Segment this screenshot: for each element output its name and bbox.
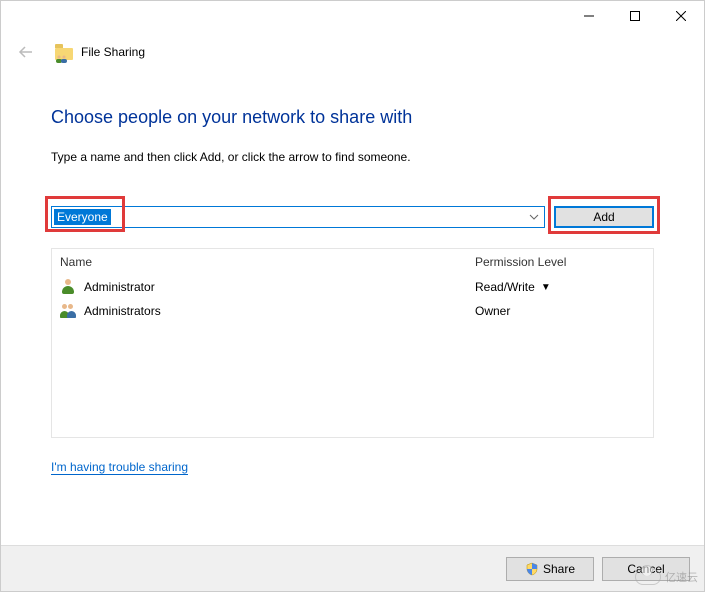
watermark: 亿速云 [635,569,698,585]
share-button[interactable]: Share [506,557,594,581]
table-body: Administrator Read/Write ▼ Administrator… [52,275,653,323]
table-header: Name Permission Level [52,249,653,275]
add-button-label: Add [593,210,614,224]
permission-value: Owner [475,304,510,318]
table-row[interactable]: Administrator Read/Write ▼ [52,275,653,299]
permissions-table: Name Permission Level Administrator Read… [51,248,654,438]
share-button-label: Share [543,562,575,576]
minimize-button[interactable] [566,1,612,31]
caret-down-icon: ▼ [541,282,551,293]
row-name: Administrators [84,304,475,318]
row-name: Administrator [84,280,475,294]
column-header-permission[interactable]: Permission Level [475,255,645,269]
trouble-sharing-link[interactable]: I'm having trouble sharing [51,460,188,475]
permission-value-static: Owner [475,304,645,318]
permission-value: Read/Write [475,280,535,294]
window-title: File Sharing [81,45,145,59]
wizard-header: File Sharing [1,31,704,67]
titlebar [1,1,704,31]
user-icon [60,278,78,296]
file-sharing-icon [55,44,73,60]
table-row[interactable]: Administrators Owner [52,299,653,323]
add-user-row: Everyone Add [51,206,654,228]
user-combobox[interactable]: Everyone [51,206,545,228]
permission-dropdown[interactable]: Read/Write ▼ [475,280,645,294]
back-arrow-icon[interactable] [15,41,37,63]
maximize-button[interactable] [612,1,658,31]
combobox-value: Everyone [54,209,111,225]
content-area: Choose people on your network to share w… [1,67,704,475]
shield-icon [525,562,539,576]
page-subtext: Type a name and then click Add, or click… [51,150,654,164]
chevron-down-icon[interactable] [526,214,542,220]
group-icon [60,302,78,320]
watermark-text: 亿速云 [665,569,698,585]
cloud-icon [635,569,661,585]
close-button[interactable] [658,1,704,31]
page-heading: Choose people on your network to share w… [51,107,654,128]
column-header-name[interactable]: Name [60,255,475,269]
footer-bar: Share Cancel [1,545,704,591]
add-button[interactable]: Add [554,206,654,228]
